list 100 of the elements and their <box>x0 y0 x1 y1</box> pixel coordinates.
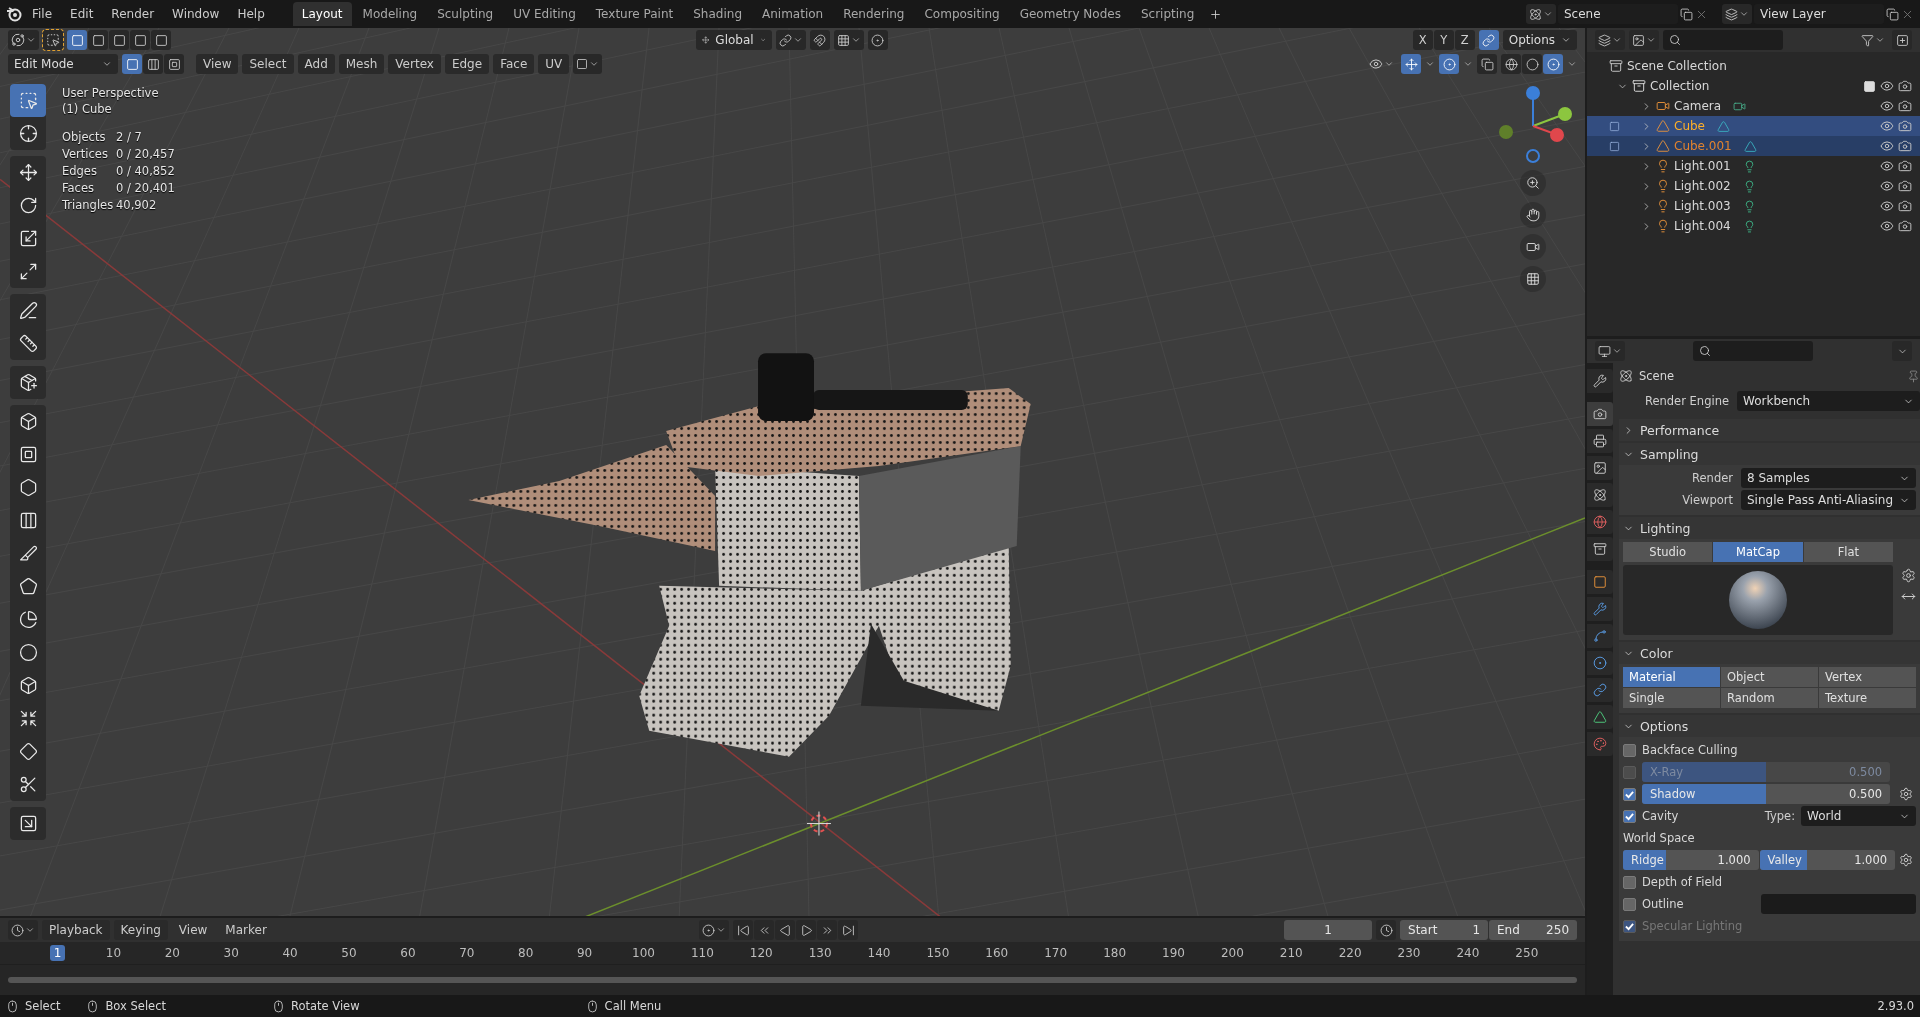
lighting-option[interactable]: Studio <box>1623 542 1713 562</box>
stat-label: Triangles <box>62 198 115 212</box>
workspace-tab[interactable]: UV Editing <box>504 2 585 26</box>
axis-toggle[interactable]: X <box>1412 30 1433 50</box>
option-label: Outline <box>1642 897 1684 911</box>
frame-tick: 230 <box>1396 945 1422 961</box>
frame-tick: 130 <box>807 945 833 961</box>
outliner-row[interactable]: Collection <box>1587 76 1920 96</box>
status-hint: Rotate View <box>291 999 360 1013</box>
workspace-tab[interactable]: Modeling <box>353 2 427 26</box>
axis-toggle[interactable]: Z <box>1454 30 1475 50</box>
stat-value: 2 / 7 <box>116 130 143 144</box>
options-dropdown[interactable]: Options <box>1502 30 1577 50</box>
color-option[interactable]: Random <box>1721 688 1819 708</box>
collection-name: Scene Collection <box>1627 59 1727 73</box>
field-label: Render <box>1691 471 1733 485</box>
frame-tick: 120 <box>748 945 774 961</box>
color-option[interactable]: Single <box>1623 688 1720 708</box>
object-name: Light.002 <box>1674 179 1731 193</box>
menu-item[interactable]: Help <box>229 4 273 24</box>
stat-label: Vertices <box>62 147 109 161</box>
field-label: Type: <box>1764 809 1796 823</box>
outliner-row[interactable]: Light.002 <box>1587 176 1920 196</box>
timeline-menu[interactable]: Keying <box>113 920 168 940</box>
outliner-row[interactable]: Scene Collection <box>1587 56 1920 76</box>
color-option[interactable]: Vertex <box>1819 667 1917 687</box>
end-frame-field[interactable]: End 250 <box>1489 920 1577 940</box>
frame-tick: 200 <box>1219 945 1245 961</box>
start-frame-field[interactable]: Start 1 <box>1400 920 1488 940</box>
menu-item[interactable]: Window <box>164 4 228 24</box>
slider[interactable]: Valley 1.000 <box>1759 850 1896 870</box>
axis-toggle[interactable]: Y <box>1433 30 1454 50</box>
header-menu[interactable]: UV <box>538 54 570 74</box>
panel-header[interactable]: Color <box>1619 642 1920 664</box>
current-frame-field[interactable]: 1 <box>1284 920 1372 940</box>
frame-tick: 60 <box>399 945 417 961</box>
field-label: Viewport <box>1681 493 1733 507</box>
outliner-row[interactable]: Camera <box>1587 96 1920 116</box>
select-field[interactable]: Single Pass Anti-Aliasing <box>1741 490 1917 510</box>
object-name: Cube.001 <box>1674 139 1732 153</box>
frame-tick: 20 <box>163 945 181 961</box>
workspace-tab[interactable]: Layout <box>292 2 352 26</box>
slider[interactable]: Ridge 1.000 <box>1623 850 1759 870</box>
panel-header[interactable]: Sampling <box>1619 443 1920 465</box>
workspace-tab[interactable]: Rendering <box>834 2 914 26</box>
header-menu[interactable]: Add <box>297 54 335 74</box>
frame-tick: 160 <box>984 945 1010 961</box>
stat-label: Edges <box>62 164 98 178</box>
context-title: Scene <box>1639 369 1675 383</box>
mode-dropdown[interactable]: Edit Mode <box>8 54 118 74</box>
render-engine-dropdown[interactable]: Workbench <box>1737 391 1920 411</box>
header-menu[interactable]: Mesh <box>338 54 385 74</box>
outliner-row[interactable]: Cube.001 <box>1587 136 1920 156</box>
header-menu[interactable]: Vertex <box>388 54 441 74</box>
timeline-menu[interactable]: Marker <box>218 920 274 940</box>
view-subtitle: (1) Cube <box>62 102 113 116</box>
color-option[interactable]: Material <box>1623 667 1720 687</box>
outliner-row[interactable]: Light.001 <box>1587 156 1920 176</box>
object-name: Light.001 <box>1674 159 1731 173</box>
header-menu[interactable]: View <box>196 54 239 74</box>
workspace-tab[interactable]: Compositing <box>915 2 1009 26</box>
panel-header[interactable]: Performance <box>1619 419 1920 441</box>
outliner-row[interactable]: Cube <box>1587 116 1920 136</box>
timeline-menu[interactable]: Playback <box>42 920 110 940</box>
menu-item[interactable]: File <box>24 4 61 24</box>
lighting-option[interactable]: Flat <box>1803 542 1894 562</box>
select-field[interactable]: 8 Samples <box>1741 468 1917 488</box>
workspace-tab[interactable]: Geometry Nodes <box>1010 2 1130 26</box>
color-option[interactable]: Texture <box>1819 688 1917 708</box>
scene-field[interactable]: Scene <box>1558 4 1678 24</box>
panel-header[interactable]: Options <box>1619 715 1920 737</box>
stat-label: Objects <box>62 130 107 144</box>
object-name: Light.004 <box>1674 219 1731 233</box>
menu-item[interactable]: Edit <box>62 4 102 24</box>
menu-item[interactable]: Render <box>103 4 163 24</box>
status-hint: Box Select <box>105 999 166 1013</box>
workspace-tab[interactable]: Scripting <box>1131 2 1204 26</box>
lighting-option[interactable]: MatCap <box>1713 542 1803 562</box>
type-dropdown[interactable]: World <box>1801 806 1917 826</box>
panel-header[interactable]: Lighting <box>1619 517 1920 539</box>
frame-tick: 70 <box>458 945 476 961</box>
outliner-row[interactable]: Light.003 <box>1587 196 1920 216</box>
workspace-tab[interactable]: Shading <box>684 2 751 26</box>
workspace-tab[interactable]: Texture Paint <box>586 2 683 26</box>
header-menu[interactable]: Edge <box>444 54 490 74</box>
collection-name: Collection <box>1650 79 1710 93</box>
workspace-tab[interactable]: Animation <box>753 2 833 26</box>
header-menu[interactable]: Face <box>493 54 535 74</box>
workspace-tab[interactable]: Sculpting <box>428 2 503 26</box>
version-label: 2.93.0 <box>1877 999 1914 1013</box>
outliner-row[interactable]: Light.004 <box>1587 216 1920 236</box>
frame-tick: 1 <box>49 945 66 961</box>
color-option[interactable]: Object <box>1721 667 1819 687</box>
view-layer-field[interactable]: View Layer <box>1754 4 1884 24</box>
option-label: Depth of Field <box>1642 875 1722 889</box>
slider[interactable]: Shadow 0.500 <box>1642 784 1891 804</box>
header-menu[interactable]: Select <box>242 54 294 74</box>
orientation-dropdown[interactable]: Global <box>695 30 772 50</box>
view-title: User Perspective <box>62 86 160 100</box>
timeline-menu[interactable]: View <box>171 920 215 940</box>
